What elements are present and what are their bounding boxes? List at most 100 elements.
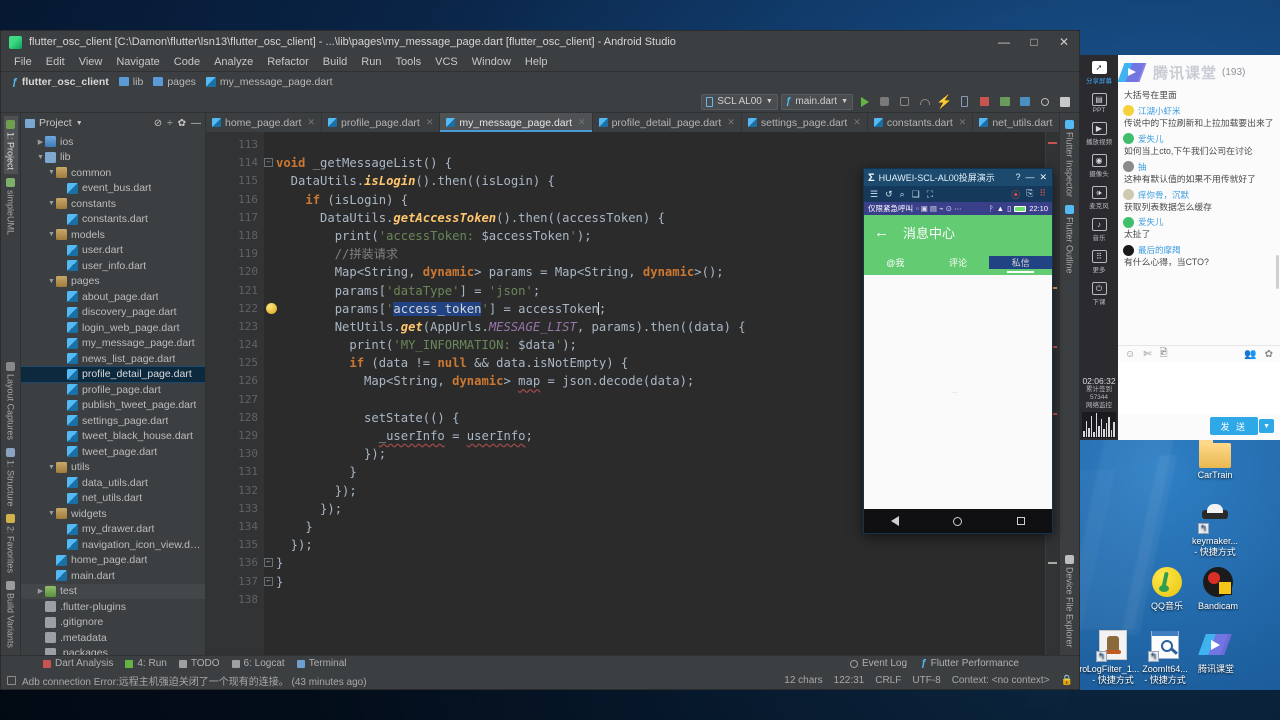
zoom-icon[interactable]: ⌕ — [900, 189, 905, 200]
expand-icon[interactable]: ÷ — [167, 118, 173, 129]
menu-item-analyze[interactable]: Analyze — [207, 55, 260, 69]
code-line[interactable] — [264, 591, 1059, 609]
chat-message-list[interactable]: 大括号在里面 江湖小虾米 传说中的下拉刷新和上拉加载要出来了 爱失儿 如何当上cto,下… — [1118, 89, 1280, 345]
stop-button[interactable] — [976, 93, 993, 110]
search-button[interactable] — [1036, 93, 1053, 110]
app-tab-strip[interactable]: @我 评论 私信 — [864, 249, 1053, 275]
editor-tab-net_utils[interactable]: net_utils.dart✕ — [973, 113, 1059, 132]
code-line[interactable]: } — [264, 573, 1059, 591]
screenshot-icon[interactable]: ❏ — [912, 189, 920, 200]
editor-tab-settings_page[interactable]: settings_page.dart ✕ — [741, 113, 868, 132]
menu-icon[interactable]: ☰ — [870, 189, 878, 200]
chevron-right-icon[interactable]: ▶ — [36, 587, 45, 595]
tree-node[interactable]: ▶ ios — [21, 134, 205, 150]
tree-node[interactable]: .packages — [21, 646, 205, 655]
menu-item-refactor[interactable]: Refactor — [260, 55, 316, 69]
profile-button[interactable] — [916, 93, 933, 110]
editor-tab-my_message_page[interactable]: my_message_page.dart ✕ — [440, 113, 593, 132]
tree-node[interactable]: ▼ lib — [21, 150, 205, 166]
back-triangle-icon[interactable] — [891, 516, 900, 526]
tree-node[interactable]: user_info.dart — [21, 258, 205, 274]
menu-item-vcs[interactable]: VCS — [428, 55, 465, 69]
close-tab-icon[interactable]: ✕ — [426, 117, 434, 128]
chevron-down-icon[interactable]: ▼ — [47, 169, 56, 176]
rail-camera[interactable]: ◉ 摄像头 — [1080, 151, 1118, 181]
chevron-down-icon[interactable]: ▼ — [36, 154, 45, 161]
tree-node[interactable]: ▶ test — [21, 583, 205, 599]
rail-play-video[interactable]: ▶ 播放视频 — [1080, 119, 1118, 149]
left-tool-strip[interactable]: 1: Project simpleUML Layout Captures 1: St… — [1, 113, 21, 655]
rail-ppt[interactable]: ▤ PPT — [1080, 90, 1118, 117]
menu-item-code[interactable]: Code — [167, 55, 207, 69]
desktop-icon-keymaker[interactable]: ↰ keymaker... - 快捷方式 — [1184, 500, 1246, 558]
tool-tab-simpleuml[interactable]: simpleUML — [4, 174, 18, 239]
hide-icon[interactable]: — — [191, 118, 201, 129]
tree-node[interactable]: home_page.dart — [21, 553, 205, 569]
chat-username[interactable]: 最后的摩羯 — [1138, 244, 1181, 256]
sync-button[interactable] — [996, 93, 1013, 110]
tree-node[interactable]: publish_tweet_page.dart — [21, 398, 205, 414]
tree-node[interactable]: profile_page.dart — [21, 382, 205, 398]
rotate-icon[interactable]: ↺ — [885, 189, 893, 200]
editor-tab-profile_detail_page[interactable]: profile_detail_page.dart ✕ — [592, 113, 742, 132]
tree-node[interactable]: .metadata — [21, 630, 205, 646]
help-button[interactable]: ? — [1015, 172, 1020, 183]
tree-node[interactable]: ▼ pages — [21, 274, 205, 290]
gear-icon[interactable]: ✿ — [178, 118, 186, 129]
maximize-button[interactable]: □ — [1019, 31, 1049, 53]
device-manager-button[interactable] — [956, 93, 973, 110]
chevron-down-icon[interactable]: ▼ — [47, 200, 56, 207]
menu-item-edit[interactable]: Edit — [39, 55, 72, 69]
tree-node[interactable]: constants.dart — [21, 212, 205, 228]
tool-tab-device-file-explorer[interactable]: Device File Explorer — [1063, 551, 1077, 652]
tool-tab-2-favorites[interactable]: 2: Favorites — [4, 510, 18, 577]
avd-manager-button[interactable] — [1016, 93, 1033, 110]
event-log-button[interactable]: Event Log — [850, 658, 907, 669]
tree-node[interactable]: data_utils.dart — [21, 475, 205, 491]
close-button[interactable]: ✕ — [1049, 31, 1079, 53]
code-line[interactable] — [264, 136, 1059, 154]
chevron-down-icon[interactable]: ▼ — [47, 510, 56, 517]
app-tab-0[interactable]: @我 — [864, 256, 927, 269]
close-tab-icon[interactable]: ✕ — [307, 117, 315, 128]
menu-item-window[interactable]: Window — [465, 55, 518, 69]
menu-item-help[interactable]: Help — [518, 55, 555, 69]
chat-username[interactable]: 痒你骨，沉默 — [1138, 189, 1189, 201]
scissors-icon[interactable]: ✄ — [1143, 349, 1151, 360]
close-tab-icon[interactable]: ✕ — [959, 117, 967, 128]
chat-scrollbar[interactable] — [1276, 255, 1279, 289]
flutter-performance-button[interactable]: ƒ Flutter Performance — [921, 658, 1019, 669]
record-icon[interactable]: ⦿ — [1011, 188, 1020, 201]
tree-node[interactable]: login_web_page.dart — [21, 320, 205, 336]
menu-item-view[interactable]: View — [72, 55, 110, 69]
editor-tab-home_page[interactable]: home_page.dart ✕ — [206, 113, 323, 132]
breadcrumb-item-2[interactable]: pages — [150, 76, 199, 88]
rail-microphone[interactable]: 🕪 麦克风 — [1080, 183, 1118, 213]
line-separator[interactable]: CRLF — [875, 675, 901, 686]
tool-tab-flutter-outline[interactable]: Flutter Outline — [1063, 201, 1077, 278]
chevron-down-icon[interactable]: ▼ — [47, 278, 56, 285]
tree-node[interactable]: navigation_icon_view.dart — [21, 537, 205, 553]
breadcrumb-item-3[interactable]: my_message_page.dart — [203, 76, 336, 88]
chat-input-toolbar[interactable]: ☺ ✄ 🖻 👥 ✿ — [1118, 345, 1280, 362]
menu-item-run[interactable]: Run — [354, 55, 388, 69]
tool-tab-1-structure[interactable]: 1: Structure — [4, 444, 18, 511]
breadcrumb-item-0[interactable]: ƒ flutter_osc_client — [9, 76, 112, 88]
back-arrow-icon[interactable]: ← — [874, 224, 889, 241]
right-tool-strip[interactable]: Flutter Inspector Flutter Outline Device … — [1059, 113, 1079, 655]
tree-node[interactable]: discovery_page.dart — [21, 305, 205, 321]
tree-node[interactable]: ▼ widgets — [21, 506, 205, 522]
chat-username[interactable]: 爱失儿 — [1138, 133, 1164, 145]
rail-music[interactable]: ♪ 音乐 — [1080, 215, 1118, 245]
close-button[interactable]: ✕ — [1039, 172, 1047, 183]
device-selector[interactable]: SCL AL00 ▼ — [701, 93, 778, 110]
tree-node[interactable]: net_utils.dart — [21, 491, 205, 507]
tree-node[interactable]: ▼ constants — [21, 196, 205, 212]
hot-reload-button[interactable]: ⚡ — [936, 93, 953, 110]
tree-node[interactable]: user.dart — [21, 243, 205, 259]
tree-node[interactable]: event_bus.dart — [21, 181, 205, 197]
caret-position[interactable]: 122:31 — [834, 675, 865, 686]
tree-node[interactable]: ▼ utils — [21, 460, 205, 476]
tree-node[interactable]: tweet_page.dart — [21, 444, 205, 460]
classroom-tool-rail[interactable]: ➚ 分享屏幕 ▤ PPT ▶ 播放视频 ◉ 摄像头 🕪 麦克风 ♪ 音乐 ⠿ 更多 ⏻ 下课 02:06:32 累… — [1080, 55, 1118, 440]
